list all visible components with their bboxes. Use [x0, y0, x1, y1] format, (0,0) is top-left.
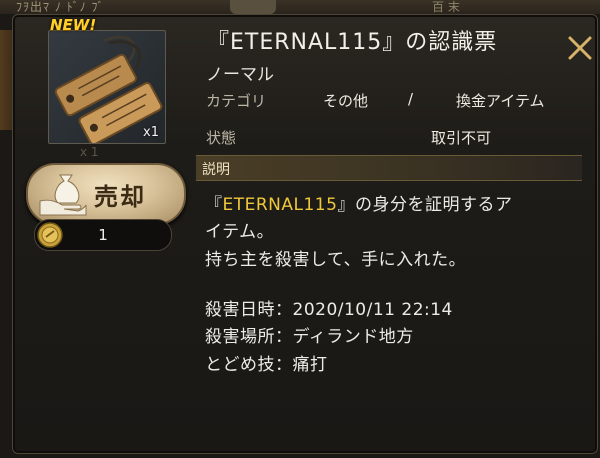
background-tab	[230, 0, 276, 14]
ghost-quantity: x 1	[80, 145, 99, 159]
category-value: その他	[323, 92, 369, 110]
item-rarity: ノーマル	[206, 65, 274, 85]
category-sub-value: 換金アイテム	[456, 92, 545, 110]
close-button[interactable]	[565, 33, 595, 63]
sell-price: 1	[34, 219, 172, 251]
item-quantity: x1	[143, 125, 159, 140]
description-line-2: イテム。	[205, 222, 275, 242]
highlighted-name: ETERNAL115	[222, 195, 338, 215]
sell-button[interactable]: 売却	[26, 163, 186, 225]
background-top-text: ﾌｦ出ﾏ ﾉ ﾄﾞﾉ ﾌﾞ	[16, 0, 105, 14]
new-badge: NEW!	[50, 16, 97, 34]
sell-price-value: 1	[98, 226, 108, 244]
description-line-1-rest: 』の身分を証明するア	[337, 195, 513, 215]
finishing-move: とどめ技：痛打	[205, 355, 328, 375]
sell-label: 売却	[94, 183, 146, 211]
state-value: 取引不可	[431, 129, 492, 147]
category-label: カテゴリ	[206, 92, 267, 110]
description-header: 説明	[196, 155, 582, 181]
background-top-right-text: 百 末	[432, 0, 460, 14]
item-title: 『ETERNAL115』の認識票	[207, 30, 498, 55]
background-top-bar: ﾌｦ出ﾏ ﾉ ﾄﾞﾉ ﾌﾞ 百 末	[0, 0, 600, 14]
description-line-3: 持ち主を殺害して、手に入れた。	[205, 250, 467, 270]
quote-open: 『	[205, 195, 223, 215]
item-icon-slot[interactable]: x1	[48, 30, 166, 144]
state-label: 状態	[206, 129, 237, 147]
hand-money-bag-icon	[39, 174, 87, 216]
kill-datetime: 殺害日時：2020/10/11 22:14	[205, 300, 453, 320]
category-separator: /	[408, 90, 414, 108]
description-header-label: 説明	[202, 162, 230, 178]
close-icon	[568, 36, 592, 60]
kill-location: 殺害場所：ディランド地方	[205, 327, 414, 347]
description-line-1: 『ETERNAL115』の身分を証明するア	[205, 190, 512, 215]
